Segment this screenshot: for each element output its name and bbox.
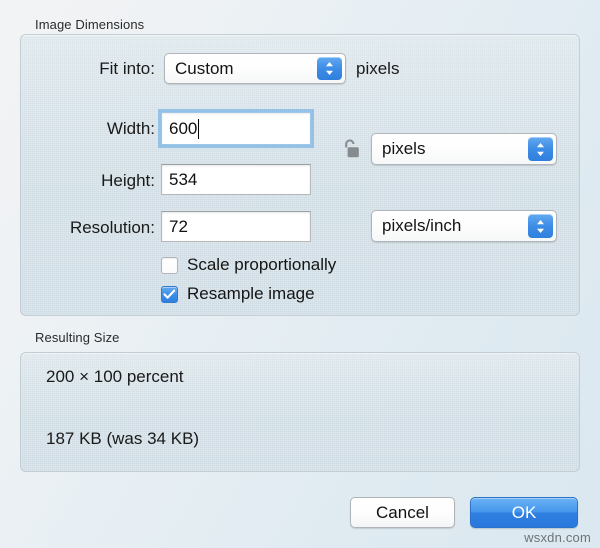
watermark: wsxdn.com <box>524 530 591 545</box>
fit-into-popup[interactable]: Custom <box>164 53 346 84</box>
width-input[interactable]: 600 <box>161 112 311 145</box>
height-label: Height: <box>101 171 155 190</box>
fit-into-units-label: pixels <box>356 59 400 78</box>
resolution-unit-stepper-icon[interactable] <box>528 214 553 238</box>
scale-proportionally-checkbox[interactable]: Scale proportionally <box>161 255 336 275</box>
height-value: 534 <box>169 170 198 189</box>
size-unit-popup[interactable]: pixels <box>371 133 557 165</box>
resample-image-checkbox[interactable]: Resample image <box>161 284 315 304</box>
resample-image-label: Resample image <box>187 284 315 303</box>
checkbox-unchecked-icon <box>161 256 178 274</box>
resulting-size-caption: Resulting Size <box>35 330 120 345</box>
fit-into-stepper-icon[interactable] <box>317 57 342 80</box>
height-input[interactable]: 534 <box>161 164 311 195</box>
resulting-percent: 200 × 100 percent <box>46 367 184 386</box>
image-dimensions-caption: Image Dimensions <box>35 17 145 32</box>
resolution-label: Resolution: <box>69 218 155 237</box>
checkbox-checked-icon <box>161 285 178 303</box>
size-unit-stepper-icon[interactable] <box>528 137 553 161</box>
resolution-unit-popup[interactable]: pixels/inch <box>371 210 557 242</box>
resolution-input[interactable]: 72 <box>161 211 311 242</box>
resulting-filesize: 187 KB (was 34 KB) <box>46 429 200 448</box>
scale-proportionally-label: Scale proportionally <box>187 255 337 274</box>
text-caret <box>198 118 200 139</box>
ok-button[interactable]: OK <box>470 497 578 528</box>
cancel-button[interactable]: Cancel <box>350 497 455 528</box>
width-label: Width: <box>106 119 155 138</box>
image-dimensions-dialog: Image Dimensions Fit into: Custom pixels… <box>0 0 600 548</box>
width-value: 600 <box>169 119 198 138</box>
fit-into-label: Fit into: <box>99 59 155 78</box>
resolution-value: 72 <box>169 217 188 236</box>
open-padlock-icon[interactable] <box>341 138 361 161</box>
